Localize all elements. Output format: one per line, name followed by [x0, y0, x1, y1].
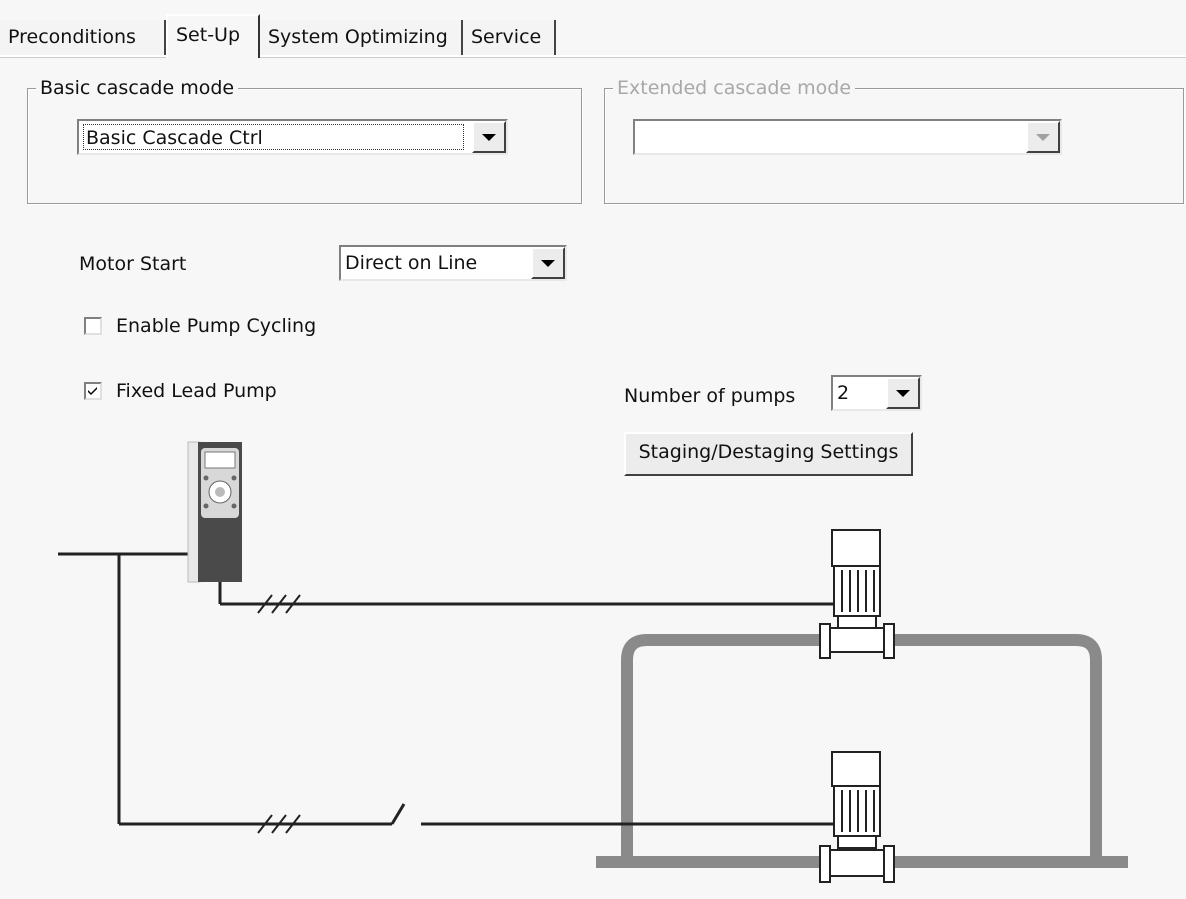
- tab-label: Set-Up: [176, 24, 241, 46]
- three-phase-marks-top: [257, 594, 301, 614]
- frequency-drive-icon: [187, 441, 242, 583]
- pump-icon: [819, 529, 895, 659]
- cascade-diagram: [58, 441, 1128, 883]
- wiring: [58, 552, 834, 826]
- pump-icon: [819, 751, 895, 883]
- tab-set-up[interactable]: Set-Up: [166, 14, 260, 58]
- three-phase-marks-bottom: [257, 814, 301, 834]
